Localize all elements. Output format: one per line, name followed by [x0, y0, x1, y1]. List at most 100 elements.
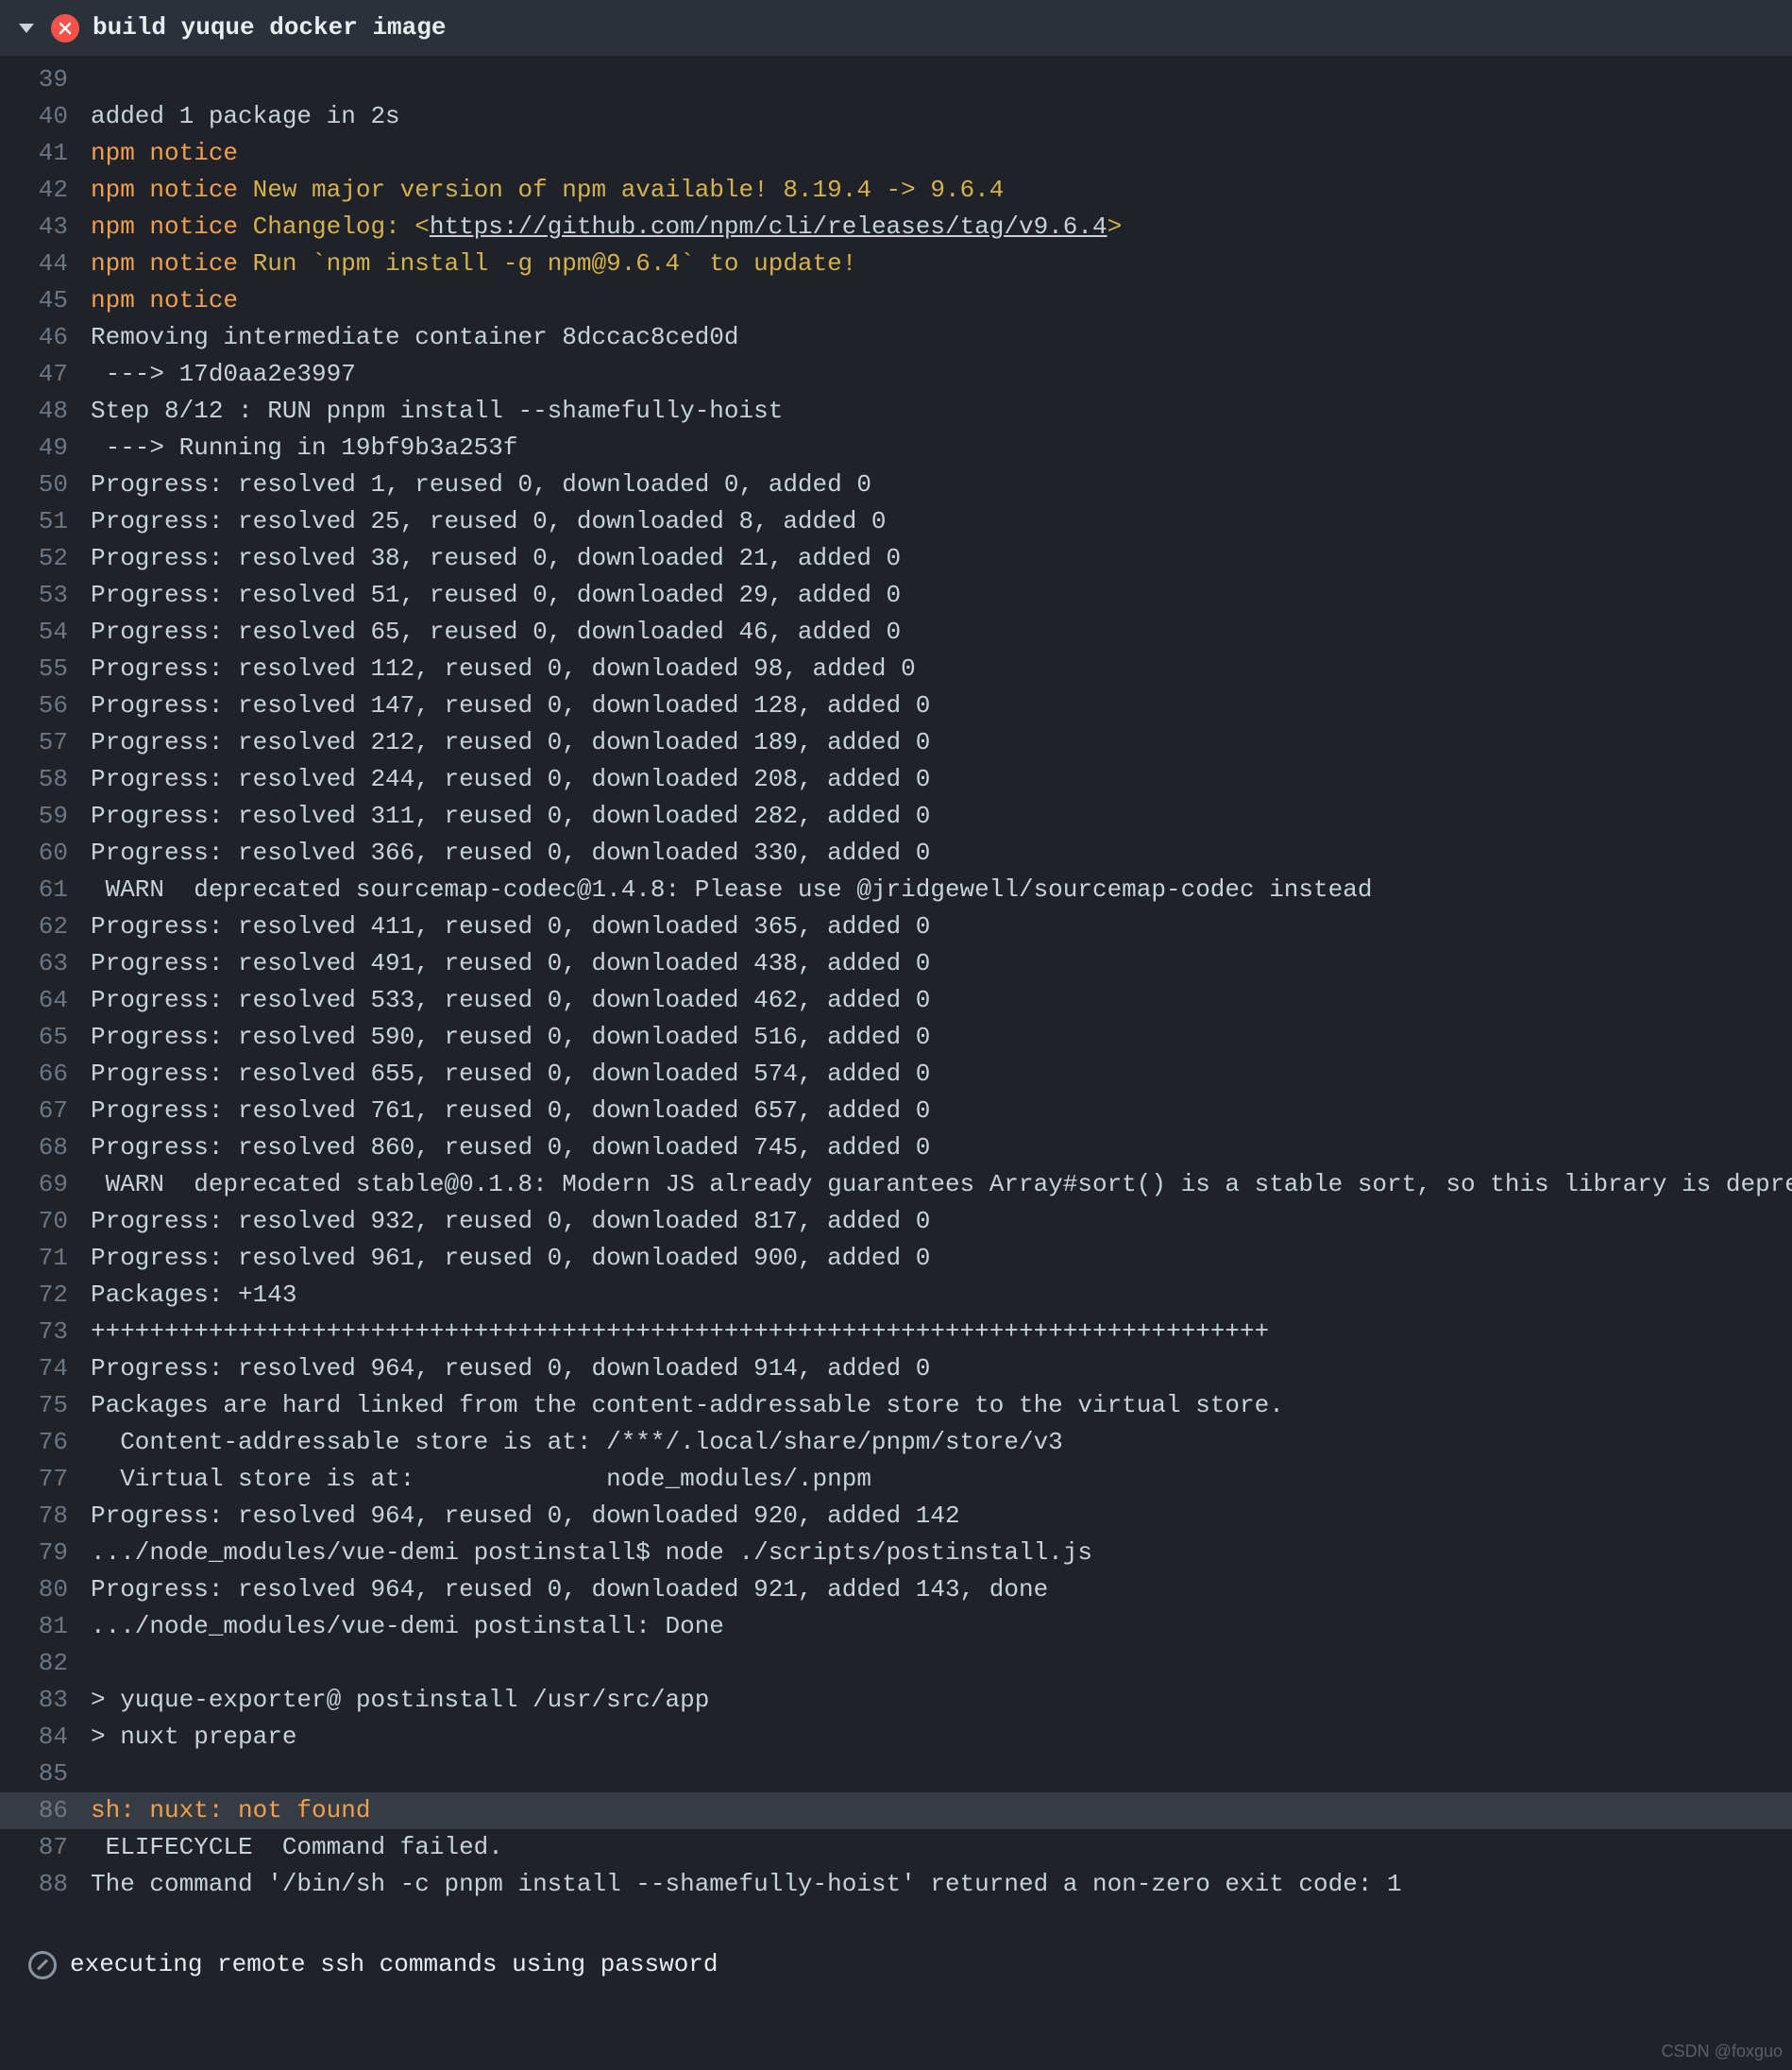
line-content: Packages are hard linked from the conten…	[91, 1387, 1284, 1424]
line-content: Progress: resolved 38, reused 0, downloa…	[91, 540, 901, 577]
line-number: 69	[0, 1166, 91, 1203]
log-line: 42npm notice New major version of npm av…	[0, 172, 1792, 209]
line-content: Progress: resolved 51, reused 0, downloa…	[91, 577, 901, 614]
log-line: 76 Content-addressable store is at: /***…	[0, 1424, 1792, 1461]
line-content: added 1 package in 2s	[91, 98, 400, 135]
log-line: 44npm notice Run `npm install -g npm@9.6…	[0, 246, 1792, 282]
line-number: 60	[0, 835, 91, 872]
line-content: Progress: resolved 1, reused 0, download…	[91, 467, 871, 503]
line-number: 45	[0, 282, 91, 319]
line-number: 83	[0, 1682, 91, 1719]
log-line: 60Progress: resolved 366, reused 0, down…	[0, 835, 1792, 872]
line-number: 86	[0, 1792, 91, 1829]
log-line: 39	[0, 61, 1792, 98]
log-line: 86sh: nuxt: not found	[0, 1792, 1792, 1829]
step-header[interactable]: build yuque docker image	[0, 0, 1792, 56]
log-line: 84> nuxt prepare	[0, 1719, 1792, 1756]
log-line: 77 Virtual store is at: node_modules/.pn…	[0, 1461, 1792, 1498]
line-number: 77	[0, 1461, 91, 1498]
skipped-icon	[28, 1951, 57, 1979]
line-content: Removing intermediate container 8dccac8c…	[91, 319, 739, 356]
line-content: Progress: resolved 655, reused 0, downlo…	[91, 1056, 930, 1093]
log-line: 47 ---> 17d0aa2e3997	[0, 356, 1792, 393]
line-number: 76	[0, 1424, 91, 1461]
line-content: npm notice Changelog: <https://github.co…	[91, 209, 1122, 246]
log-line: 63Progress: resolved 491, reused 0, down…	[0, 945, 1792, 982]
log-line: 51Progress: resolved 25, reused 0, downl…	[0, 503, 1792, 540]
line-content: Progress: resolved 65, reused 0, downloa…	[91, 614, 901, 651]
line-content: ELIFECYCLE Command failed.	[91, 1829, 503, 1866]
log-line: 74Progress: resolved 964, reused 0, down…	[0, 1350, 1792, 1387]
line-number: 56	[0, 687, 91, 724]
log-line: 62Progress: resolved 411, reused 0, down…	[0, 908, 1792, 945]
line-number: 43	[0, 209, 91, 246]
line-number: 84	[0, 1719, 91, 1756]
line-number: 50	[0, 467, 91, 503]
line-content: Content-addressable store is at: /***/.l…	[91, 1424, 1063, 1461]
line-content: ---> Running in 19bf9b3a253f	[91, 430, 517, 467]
line-content: Progress: resolved 964, reused 0, downlo…	[91, 1498, 960, 1535]
log-line: 54Progress: resolved 65, reused 0, downl…	[0, 614, 1792, 651]
log-output: 3940added 1 package in 2s41npm notice42n…	[0, 56, 1792, 1931]
line-content: Progress: resolved 366, reused 0, downlo…	[91, 835, 930, 872]
log-line: 83> yuque-exporter@ postinstall /usr/src…	[0, 1682, 1792, 1719]
line-content: npm notice	[91, 135, 238, 172]
line-number: 70	[0, 1203, 91, 1240]
log-line: 49 ---> Running in 19bf9b3a253f	[0, 430, 1792, 467]
log-line: 73++++++++++++++++++++++++++++++++++++++…	[0, 1314, 1792, 1350]
line-content: Packages: +143	[91, 1277, 296, 1314]
log-line: 69 WARN deprecated stable@0.1.8: Modern …	[0, 1166, 1792, 1203]
log-line: 79.../node_modules/vue-demi postinstall$…	[0, 1535, 1792, 1571]
line-content: Progress: resolved 212, reused 0, downlo…	[91, 724, 930, 761]
line-number: 64	[0, 982, 91, 1019]
line-number: 59	[0, 798, 91, 835]
line-number: 72	[0, 1277, 91, 1314]
log-line: 75Packages are hard linked from the cont…	[0, 1387, 1792, 1424]
line-content: Progress: resolved 244, reused 0, downlo…	[91, 761, 930, 798]
line-number: 44	[0, 246, 91, 282]
log-line: 80Progress: resolved 964, reused 0, down…	[0, 1571, 1792, 1608]
log-line: 55Progress: resolved 112, reused 0, down…	[0, 651, 1792, 687]
log-line: 67Progress: resolved 761, reused 0, down…	[0, 1093, 1792, 1129]
line-number: 78	[0, 1498, 91, 1535]
log-line: 85	[0, 1756, 1792, 1792]
line-number: 79	[0, 1535, 91, 1571]
line-number: 61	[0, 872, 91, 908]
line-content: WARN deprecated stable@0.1.8: Modern JS …	[91, 1166, 1792, 1203]
line-number: 66	[0, 1056, 91, 1093]
step-footer-title: executing remote ssh commands using pass…	[70, 1946, 718, 1983]
line-number: 65	[0, 1019, 91, 1056]
line-content: Progress: resolved 932, reused 0, downlo…	[91, 1203, 930, 1240]
line-number: 74	[0, 1350, 91, 1387]
line-content: Progress: resolved 860, reused 0, downlo…	[91, 1129, 930, 1166]
line-number: 62	[0, 908, 91, 945]
line-number: 73	[0, 1314, 91, 1350]
line-content: npm notice	[91, 282, 238, 319]
line-content: Progress: resolved 961, reused 0, downlo…	[91, 1240, 930, 1277]
line-content: npm notice New major version of npm avai…	[91, 172, 1004, 209]
log-line: 48Step 8/12 : RUN pnpm install --shamefu…	[0, 393, 1792, 430]
log-line: 59Progress: resolved 311, reused 0, down…	[0, 798, 1792, 835]
line-number: 67	[0, 1093, 91, 1129]
line-content: .../node_modules/vue-demi postinstall$ n…	[91, 1535, 1092, 1571]
log-line: 46Removing intermediate container 8dccac…	[0, 319, 1792, 356]
log-line: 68Progress: resolved 860, reused 0, down…	[0, 1129, 1792, 1166]
log-line: 58Progress: resolved 244, reused 0, down…	[0, 761, 1792, 798]
log-line: 87 ELIFECYCLE Command failed.	[0, 1829, 1792, 1866]
step-footer[interactable]: executing remote ssh commands using pass…	[0, 1931, 1792, 2011]
line-number: 40	[0, 98, 91, 135]
line-number: 75	[0, 1387, 91, 1424]
log-line: 61 WARN deprecated sourcemap-codec@1.4.8…	[0, 872, 1792, 908]
line-number: 46	[0, 319, 91, 356]
line-number: 88	[0, 1866, 91, 1903]
log-line: 57Progress: resolved 212, reused 0, down…	[0, 724, 1792, 761]
line-number: 71	[0, 1240, 91, 1277]
line-content: sh: nuxt: not found	[91, 1792, 370, 1829]
line-content: Progress: resolved 533, reused 0, downlo…	[91, 982, 930, 1019]
line-number: 55	[0, 651, 91, 687]
line-number: 82	[0, 1645, 91, 1682]
chevron-down-icon	[19, 24, 34, 33]
line-content: > yuque-exporter@ postinstall /usr/src/a…	[91, 1682, 709, 1719]
log-line: 40added 1 package in 2s	[0, 98, 1792, 135]
line-number: 49	[0, 430, 91, 467]
